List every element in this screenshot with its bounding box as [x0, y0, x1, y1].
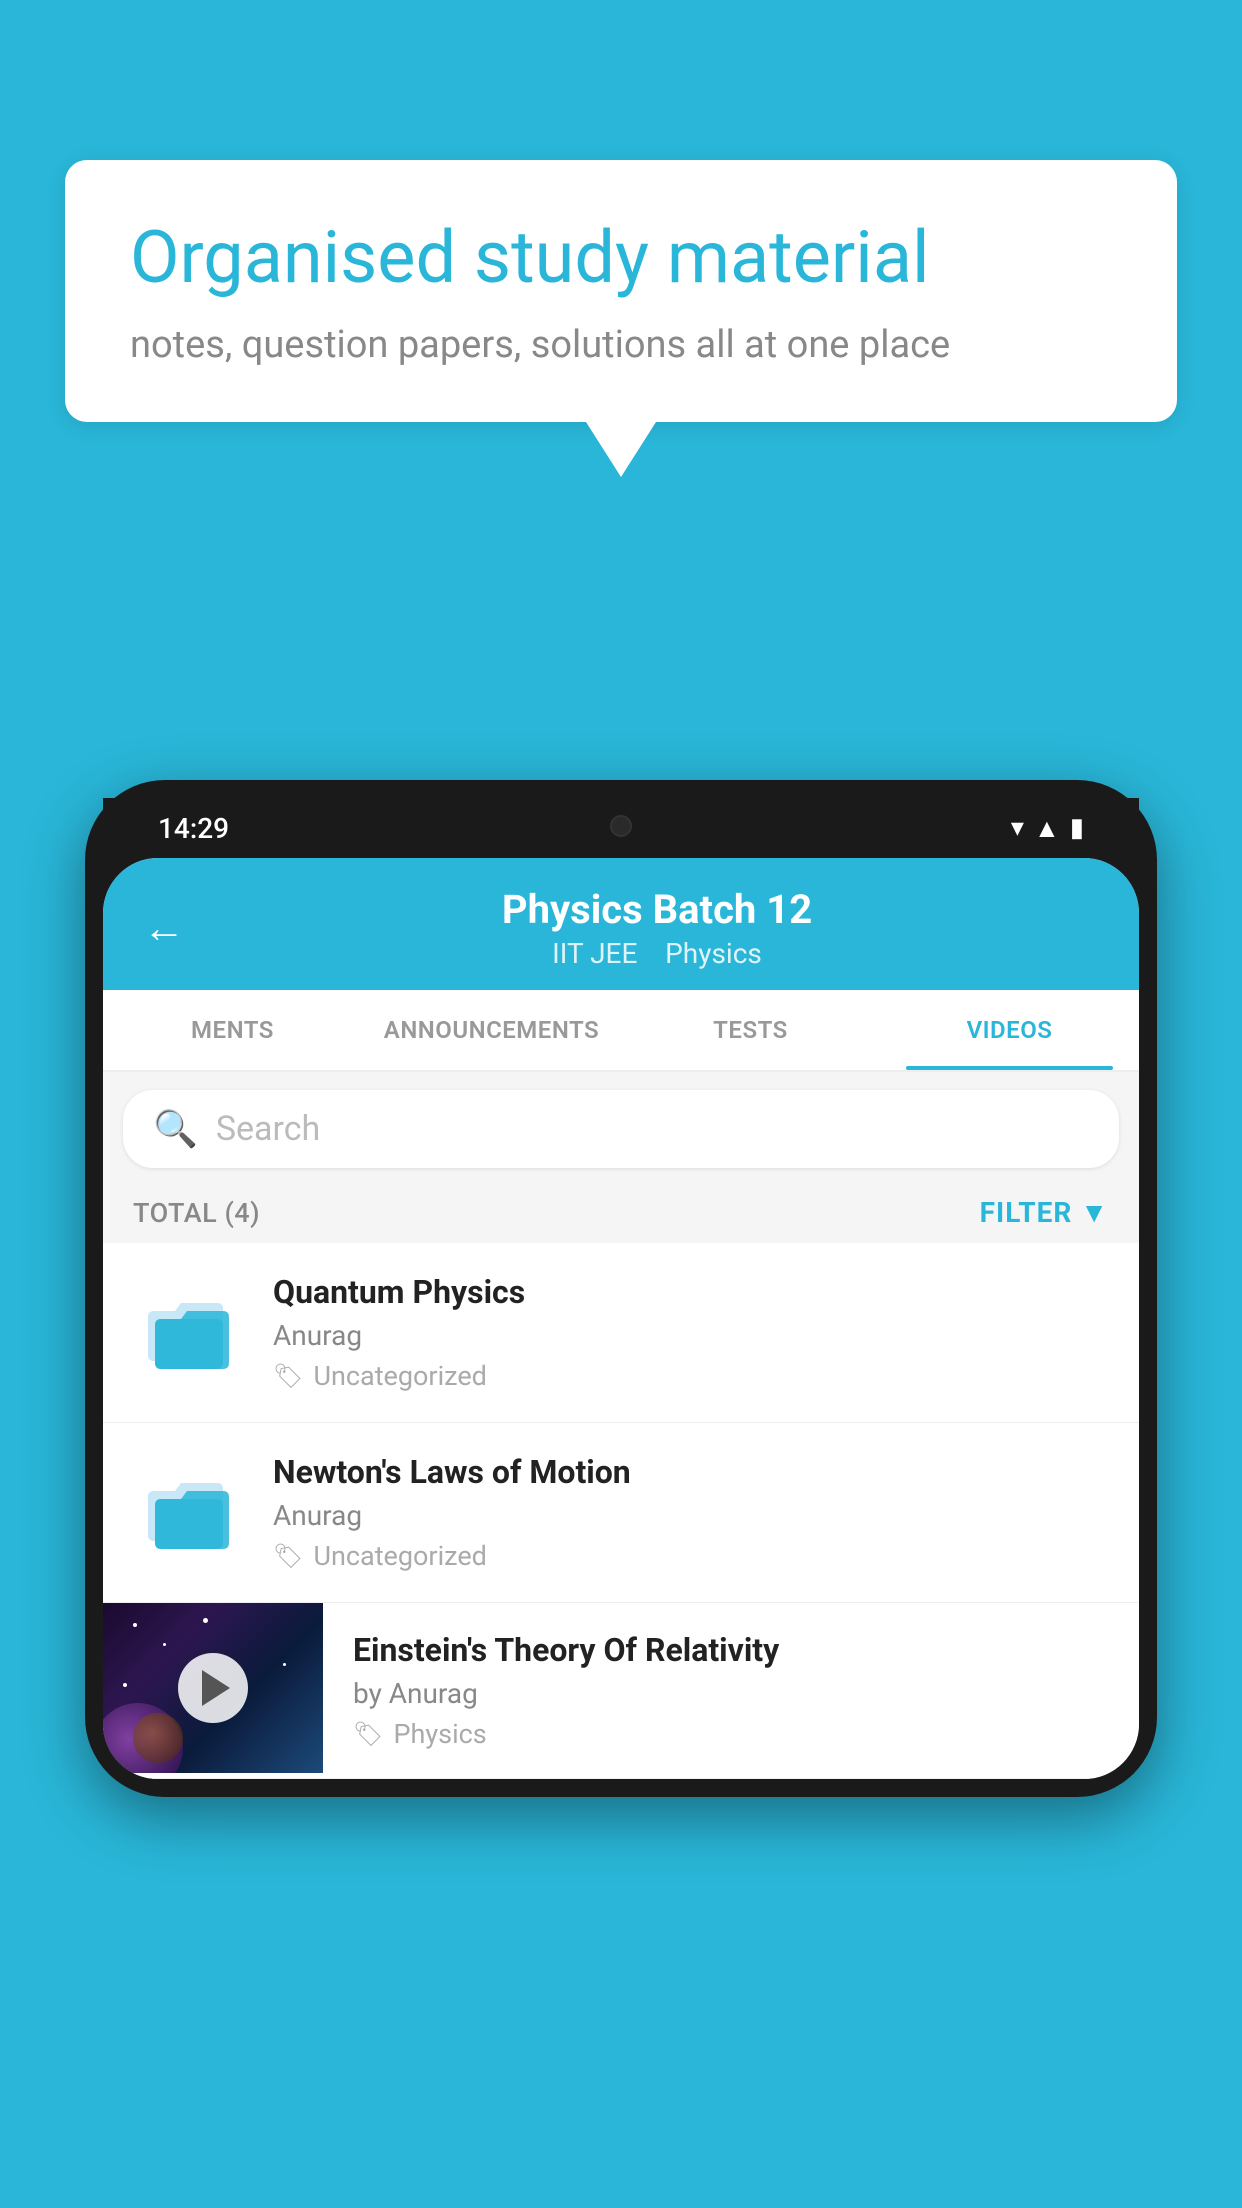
video-tag: Uncategorized [313, 1360, 486, 1392]
header-tag2: Physics [665, 937, 762, 970]
phone-screen: ← Physics Batch 12 IIT JEE Physics MENTS… [103, 858, 1139, 1779]
video-tag: Uncategorized [313, 1540, 486, 1572]
tabs-bar: MENTS ANNOUNCEMENTS TESTS VIDEOS [103, 990, 1139, 1072]
speech-bubble-section: Organised study material notes, question… [65, 160, 1177, 477]
tag-icon: 🏷 [273, 1362, 303, 1390]
star-decoration [203, 1618, 208, 1623]
header-title: Physics Batch 12 [215, 886, 1099, 933]
video-thumbnail [103, 1603, 323, 1773]
folder-icon-container [133, 1453, 243, 1563]
video-author: Anurag [273, 1319, 1109, 1352]
header-tag1: IIT JEE [552, 937, 637, 970]
search-icon: 🔍 [153, 1108, 198, 1150]
video-author: Anurag [273, 1499, 1109, 1532]
tab-videos[interactable]: VIDEOS [880, 990, 1139, 1070]
header-subtitle: IIT JEE Physics [215, 937, 1099, 970]
camera-dot [610, 815, 632, 837]
tag-icon: 🏷 [353, 1720, 383, 1748]
tag-icon: 🏷 [273, 1542, 303, 1570]
play-button-overlay[interactable] [178, 1653, 248, 1723]
video-author: by Anurag [353, 1677, 1109, 1710]
speech-bubble-arrow [586, 422, 656, 477]
status-bar-time: 14:29 [158, 812, 229, 845]
star-decoration [123, 1683, 127, 1687]
status-bar: 14:29 ▾ ▲ ▮ [103, 798, 1139, 858]
filter-button[interactable]: FILTER ▼ [980, 1196, 1109, 1229]
total-count-label: TOTAL (4) [133, 1197, 260, 1229]
video-title: Quantum Physics [273, 1273, 1109, 1311]
list-item[interactable]: Einstein's Theory Of Relativity by Anura… [103, 1603, 1139, 1779]
battery-icon: ▮ [1070, 813, 1084, 843]
video-list: Quantum Physics Anurag 🏷 Uncategorized [103, 1243, 1139, 1779]
video-info: Einstein's Theory Of Relativity by Anura… [353, 1603, 1109, 1778]
phone-mockup: 14:29 ▾ ▲ ▮ ← Physics Batch 12 IIT JEE [85, 780, 1157, 2208]
header-title-group: Physics Batch 12 IIT JEE Physics [215, 886, 1099, 970]
filter-label: FILTER [980, 1196, 1073, 1229]
star-decoration [163, 1643, 166, 1646]
video-tag-row: 🏷 Uncategorized [273, 1540, 1109, 1572]
video-info: Newton's Laws of Motion Anurag 🏷 Uncateg… [273, 1453, 1109, 1572]
planet-decoration [133, 1713, 183, 1763]
speech-bubble-subtitle: notes, question papers, solutions all at… [130, 323, 1112, 367]
video-tag-row: 🏷 Physics [353, 1718, 1109, 1750]
speech-bubble-title: Organised study material [130, 215, 1112, 301]
video-title: Newton's Laws of Motion [273, 1453, 1109, 1491]
status-icons: ▾ ▲ ▮ [1011, 813, 1084, 844]
phone-notch [541, 798, 701, 853]
signal-icon: ▲ [1034, 813, 1060, 844]
tab-announcements[interactable]: ANNOUNCEMENTS [362, 990, 621, 1070]
folder-icon-container [133, 1273, 243, 1383]
search-container: 🔍 Search [103, 1072, 1139, 1186]
tab-ments[interactable]: MENTS [103, 990, 362, 1070]
star-decoration [283, 1663, 286, 1666]
phone-outer-frame: 14:29 ▾ ▲ ▮ ← Physics Batch 12 IIT JEE [85, 780, 1157, 1797]
video-info: Quantum Physics Anurag 🏷 Uncategorized [273, 1273, 1109, 1392]
back-button[interactable]: ← [143, 904, 185, 953]
tab-tests[interactable]: TESTS [621, 990, 880, 1070]
star-decoration [133, 1623, 137, 1627]
filter-bar: TOTAL (4) FILTER ▼ [103, 1186, 1139, 1243]
video-tag: Physics [393, 1718, 486, 1750]
app-header: ← Physics Batch 12 IIT JEE Physics [103, 858, 1139, 990]
speech-bubble-card: Organised study material notes, question… [65, 160, 1177, 422]
video-tag-row: 🏷 Uncategorized [273, 1360, 1109, 1392]
video-title: Einstein's Theory Of Relativity [353, 1631, 1109, 1669]
play-triangle-icon [202, 1670, 230, 1706]
list-item[interactable]: Newton's Laws of Motion Anurag 🏷 Uncateg… [103, 1423, 1139, 1603]
folder-icon [143, 1283, 233, 1373]
filter-icon: ▼ [1080, 1196, 1109, 1229]
wifi-icon: ▾ [1011, 813, 1024, 843]
search-placeholder: Search [216, 1109, 320, 1149]
list-item[interactable]: Quantum Physics Anurag 🏷 Uncategorized [103, 1243, 1139, 1423]
folder-icon [143, 1463, 233, 1553]
search-bar[interactable]: 🔍 Search [123, 1090, 1119, 1168]
